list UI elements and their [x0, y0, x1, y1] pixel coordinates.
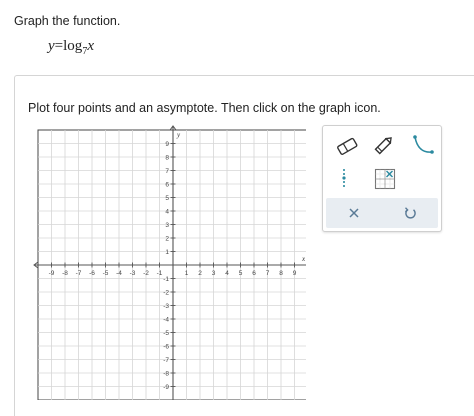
y-tick-label: 4 [165, 208, 169, 215]
y-tick-label: 3 [165, 222, 169, 229]
equation-arg: x [87, 38, 94, 54]
x-tick-label: -2 [143, 270, 149, 277]
y-tick-label: 1 [165, 249, 169, 256]
x-tick-label: 3 [212, 270, 216, 277]
asymptote-tool[interactable] [339, 166, 349, 190]
x-tick-label: 1 [185, 270, 189, 277]
x-tick-label: -4 [116, 270, 122, 277]
y-tick-label: -7 [163, 357, 169, 364]
x-tick-label: -1 [157, 270, 163, 277]
y-tick-label: -2 [163, 289, 169, 296]
clear-icon [349, 208, 359, 218]
x-tick-label: 2 [198, 270, 202, 277]
x-tick-label: 5 [239, 270, 243, 277]
y-tick-label: -3 [163, 303, 169, 310]
x-tick-label: -7 [76, 270, 82, 277]
eraser-icon [337, 137, 358, 155]
curve-tool[interactable] [411, 134, 435, 158]
x-tick-label: 6 [252, 270, 256, 277]
x-tick-label: 4 [225, 270, 229, 277]
action-bar [326, 198, 438, 228]
undo-icon [404, 207, 416, 219]
equation-equals: = [54, 38, 64, 54]
curve-tool-icon [413, 135, 434, 154]
y-tick-label: 9 [165, 141, 169, 148]
equation-log: log [63, 38, 83, 54]
graph-table-tool[interactable] [374, 168, 396, 190]
graph-table-icon [374, 168, 396, 190]
x-tick-label: 8 [279, 270, 283, 277]
y-tick-label: 8 [165, 154, 169, 161]
eraser-tool[interactable] [335, 136, 359, 156]
y-tick-label: 2 [165, 235, 169, 242]
y-tick-label: 5 [165, 195, 169, 202]
y-tick-label: 6 [165, 181, 169, 188]
y-tick-label: -1 [163, 276, 169, 283]
instruction-text: Plot four points and an asymptote. Then … [28, 101, 381, 115]
pencil-tool[interactable] [372, 134, 396, 156]
x-tick-label: -8 [62, 270, 68, 277]
y-tick-label: -8 [163, 370, 169, 377]
pencil-icon [374, 137, 392, 155]
y-tick-label: -4 [163, 316, 169, 323]
x-tick-label: 7 [266, 270, 270, 277]
function-equation: y=log7x [48, 38, 94, 57]
y-tick-label: -5 [163, 330, 169, 337]
clear-button[interactable] [326, 198, 382, 228]
x-tick-label: 9 [293, 270, 297, 277]
x-tick-label: -3 [130, 270, 136, 277]
toolbox-panel [322, 125, 442, 232]
undo-button[interactable] [382, 198, 438, 228]
vertical-asymptote-icon [342, 169, 346, 187]
graph-canvas[interactable]: -9 -8 -7 -6 -5 -4 -3 -2 -1 1 2 3 4 5 6 7 8 9 9 8 7 6 5 4 3 2 1 -1 -2… [26, 125, 306, 400]
x-tick-label: -9 [49, 270, 55, 277]
equation-lhs: y [48, 38, 55, 54]
x-tick-label: -6 [89, 270, 95, 277]
y-tick-label: -9 [163, 384, 169, 391]
x-tick-label: -5 [103, 270, 109, 277]
question-prompt: Graph the function. [14, 14, 121, 28]
y-tick-label: 7 [165, 168, 169, 175]
y-tick-label: -6 [163, 343, 169, 350]
